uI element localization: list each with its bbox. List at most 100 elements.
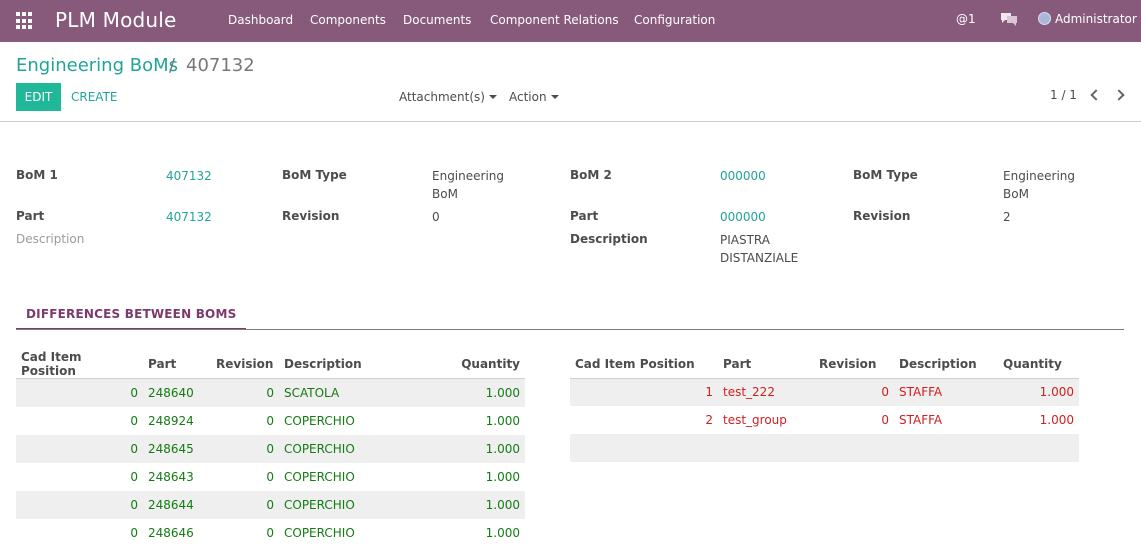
cell-quantity: 1.000: [409, 434, 525, 463]
cell-part: 248646: [148, 525, 194, 540]
cell-cad-item-position: 0: [16, 378, 143, 407]
description2-value: PIASTRA DISTANZIALE: [720, 231, 798, 267]
table-row[interactable]: 0 248643 0 COPERCHIO 1.000: [16, 463, 525, 491]
menu-configuration[interactable]: Configuration: [634, 13, 715, 27]
bom2-label: BoM 2: [570, 168, 612, 182]
part2-link[interactable]: 000000: [720, 210, 766, 224]
apps-grid-icon[interactable]: [16, 12, 34, 30]
cell-description: [894, 434, 998, 462]
cell-part: 248643: [148, 469, 194, 484]
cell-part: test_222: [718, 378, 814, 406]
chevron-right-icon[interactable]: [1113, 89, 1125, 101]
col-quantity[interactable]: Quantity: [409, 350, 525, 379]
app-title: PLM Module: [55, 8, 177, 32]
cell-revision: 0: [266, 469, 274, 484]
action-label: Action: [509, 90, 547, 104]
user-name: Administrator: [1055, 12, 1137, 26]
col-revision[interactable]: Revision: [814, 350, 894, 379]
user-menu[interactable]: Administrator: [1038, 12, 1137, 26]
bom2-type-value: Engineering BoM: [1003, 167, 1075, 203]
avatar: [1038, 12, 1051, 25]
bom1-type-line1: Engineering: [432, 169, 504, 183]
menu-components[interactable]: Components: [310, 13, 386, 27]
part1-link[interactable]: 407132: [166, 210, 212, 224]
cell-cad-item-position: 0: [16, 490, 143, 519]
table-header-row: Cad Item Position Part Revision Descript…: [570, 350, 1079, 379]
breadcrumb-current: 407132: [186, 55, 255, 76]
breadcrumb-parent[interactable]: Engineering BoMs: [16, 55, 178, 76]
breadcrumb-separator: /: [169, 55, 176, 76]
cell-description: COPERCHIO: [279, 434, 409, 463]
chevron-left-icon[interactable]: [1090, 89, 1102, 101]
create-button[interactable]: CREATE: [71, 90, 118, 104]
edit-button[interactable]: EDIT: [16, 83, 61, 111]
menu-documents[interactable]: Documents: [403, 13, 471, 27]
revision1-label: Revision: [282, 209, 340, 223]
menu-dashboard[interactable]: Dashboard: [228, 13, 293, 27]
table-row[interactable]: 0 248640 0 SCATOLA 1.000: [16, 378, 525, 407]
tab-divider: [16, 329, 1124, 330]
bom1-label: BoM 1: [16, 168, 58, 182]
cell-quantity: 1.000: [485, 525, 520, 540]
cell-part: 248924: [148, 413, 194, 428]
col-description[interactable]: Description: [279, 350, 409, 379]
cell-revision: 0: [211, 490, 279, 519]
bom2-type-line1: Engineering: [1003, 169, 1075, 183]
bom1-type-value: Engineering BoM: [432, 167, 504, 203]
bom2-lines-table: Cad Item Position Part Revision Descript…: [570, 350, 1079, 462]
cell-description: COPERCHIO: [284, 525, 355, 540]
cell-revision: [814, 434, 894, 462]
table-header-row: Cad Item Position Part Revision Descript…: [16, 350, 525, 379]
col-description[interactable]: Description: [894, 350, 998, 379]
cell-part: 248644: [143, 490, 211, 519]
col-quantity[interactable]: Quantity: [998, 350, 1079, 379]
empty-row: [570, 434, 1079, 462]
col-revision[interactable]: Revision: [211, 350, 279, 379]
pager-value: 1 / 1: [1050, 88, 1077, 102]
attachments-dropdown[interactable]: Attachment(s): [399, 90, 497, 104]
cell-cad-item-position: 0: [16, 434, 143, 463]
table-row[interactable]: 0 248645 0 COPERCHIO 1.000: [16, 434, 525, 463]
bom1-link[interactable]: 407132: [166, 169, 212, 183]
col-cad-item-position[interactable]: Cad Item Position: [570, 350, 718, 379]
cell-quantity: 1.000: [409, 490, 525, 519]
cell-quantity: 1.000: [1039, 413, 1074, 427]
action-dropdown[interactable]: Action: [509, 90, 559, 104]
cell-quantity: 1.000: [485, 469, 520, 484]
col-cad-item-position[interactable]: Cad Item Position: [16, 350, 143, 379]
table-row[interactable]: 0 248924 0 COPERCHIO 1.000: [16, 407, 525, 435]
cell-description: COPERCHIO: [284, 469, 355, 484]
table-row[interactable]: 0 248646 0 COPERCHIO 1.000: [16, 519, 525, 547]
col-part[interactable]: Part: [718, 350, 814, 379]
description2-line2: DISTANZIALE: [720, 251, 799, 265]
bom2-link[interactable]: 000000: [720, 169, 766, 183]
cell-description: STAFFA: [894, 378, 998, 406]
revision2-label: Revision: [853, 209, 911, 223]
revision1-value: 0: [432, 210, 440, 224]
cell-cad-item-position: [570, 434, 718, 462]
cell-description: SCATOLA: [279, 378, 409, 407]
caret-down-icon: [550, 95, 559, 99]
cell-cad-item-position: 0: [130, 525, 138, 540]
cell-part: test_group: [723, 413, 787, 427]
chat-icon[interactable]: [1000, 11, 1018, 30]
description2-label: Description: [570, 232, 648, 246]
table-row[interactable]: 2 test_group 0 STAFFA 1.000: [570, 406, 1079, 434]
cell-part: 248640: [143, 378, 211, 407]
cell-revision: 0: [211, 434, 279, 463]
description1-label: Description: [16, 232, 85, 246]
cell-quantity: 1.000: [485, 413, 520, 428]
attachments-label: Attachment(s): [399, 90, 485, 104]
revision2-value: 2: [1003, 210, 1011, 224]
cell-quantity: [998, 434, 1079, 462]
menu-component-relations[interactable]: Component Relations: [490, 13, 619, 27]
cell-cad-item-position: 0: [130, 413, 138, 428]
cell-part: 248645: [143, 434, 211, 463]
col-part[interactable]: Part: [143, 350, 211, 379]
table-row[interactable]: 1 test_222 0 STAFFA 1.000: [570, 378, 1079, 406]
cell-cad-item-position: 0: [130, 469, 138, 484]
tab-differences[interactable]: DIFFERENCES BETWEEN BOMS: [16, 305, 247, 330]
caret-down-icon: [488, 95, 497, 99]
table-row[interactable]: 0 248644 0 COPERCHIO 1.000: [16, 490, 525, 519]
mentions-indicator[interactable]: @1: [956, 12, 976, 26]
